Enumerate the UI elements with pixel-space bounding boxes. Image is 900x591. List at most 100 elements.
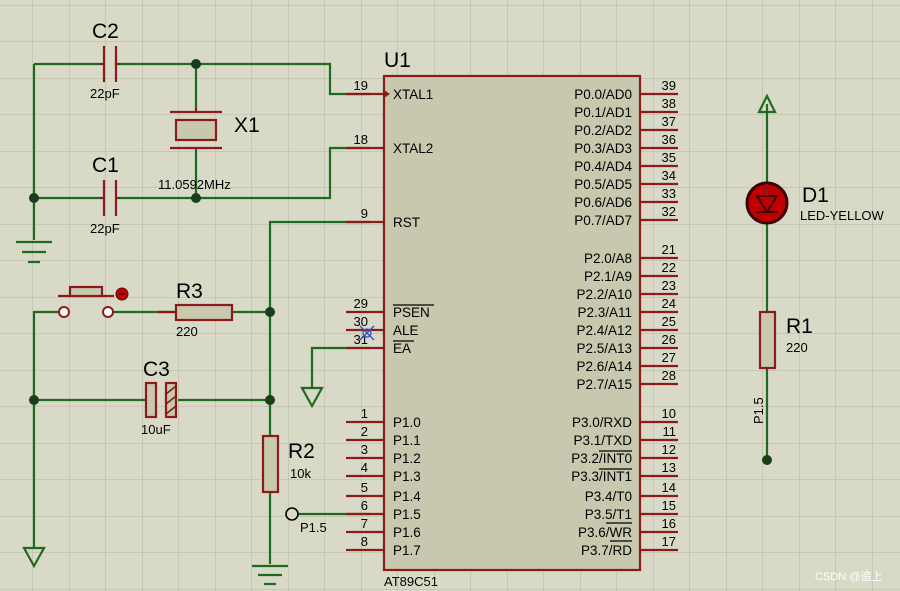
ic-pin-number: 34	[662, 168, 676, 183]
ic-pin-number: 24	[662, 296, 676, 311]
r2-value: 10k	[290, 466, 311, 481]
ic-pin-name: P1.4	[393, 489, 421, 504]
ic-pin-name: P0.3/AD3	[574, 141, 632, 156]
ic-pin-number: 15	[662, 498, 676, 513]
ic-pin-number: 35	[662, 150, 676, 165]
ic-pin-name: P3.6/WR	[578, 525, 632, 540]
ic-pin-number: 33	[662, 186, 676, 201]
ic-pin-name: P2.1/A9	[584, 269, 632, 284]
r1-value: 220	[786, 340, 808, 355]
ic-pin-number: 12	[662, 442, 676, 457]
ic-pin-number: 11	[663, 424, 677, 439]
ic-pin-name: P1.0	[393, 415, 421, 430]
ic-pin-name: P2.4/A12	[576, 323, 632, 338]
ic-pin-name: XTAL2	[393, 141, 433, 156]
ic-pin-number: 22	[662, 260, 676, 275]
ic-pin-name: RST	[393, 215, 420, 230]
ic-pin-number: 16	[662, 516, 676, 531]
ic-pin-name: P3.0/RXD	[572, 415, 632, 430]
ic-pin-number: 17	[662, 534, 676, 549]
ic-pin-number: 29	[354, 296, 368, 311]
d1-value: LED-YELLOW	[800, 208, 885, 223]
ic-pin-name: P1.7	[393, 543, 421, 558]
c3-value: 10uF	[141, 422, 171, 437]
ic-pin-number: 37	[662, 114, 676, 129]
ic-pin-name: P0.6/AD6	[574, 195, 632, 210]
ic-pin-number: 19	[354, 78, 368, 93]
terminal-p15-right-label: P1.5	[751, 397, 766, 424]
resistor-r2[interactable]	[261, 434, 280, 494]
r3-ref: R3	[176, 280, 203, 303]
c1-ref: C1	[92, 154, 119, 177]
ic-pin-number: 26	[662, 332, 676, 347]
ic-pin-number: 9	[361, 206, 368, 221]
r2-ref: R2	[288, 440, 315, 463]
ic-pin-name: P2.7/A15	[576, 377, 632, 392]
ic-pin-name: P0.4/AD4	[574, 159, 632, 174]
ic-pin-name: P0.5/AD5	[574, 177, 632, 192]
ic-pin-name: P2.5/A13	[576, 341, 632, 356]
ic-pin-number: 28	[662, 368, 676, 383]
c3-ref: C3	[143, 358, 170, 381]
ic-pin-name: P0.7/AD7	[574, 213, 632, 228]
ic-pin-number: 18	[354, 132, 368, 147]
ic-pin-name: P3.3/INT1	[571, 469, 632, 484]
ic-u1-part: AT89C51	[384, 574, 438, 589]
ic-pin-number: 14	[662, 480, 676, 495]
ic-pin-name: PSEN	[393, 305, 430, 320]
resistor-r1[interactable]	[758, 310, 777, 370]
ic-pin-name: P2.2/A10	[576, 287, 632, 302]
ic-pin-name: P2.3/A11	[577, 305, 632, 320]
ic-pin-number: 39	[662, 78, 676, 93]
ic-pin-name: P2.6/A14	[576, 359, 632, 374]
ic-pin-number: 10	[662, 406, 676, 421]
ic-pin-name: P3.1/TXD	[573, 433, 632, 448]
led-d1[interactable]	[745, 181, 789, 225]
r1-ref: R1	[786, 315, 813, 338]
ic-pin-number: 1	[361, 406, 368, 421]
ic-pin-number: 23	[662, 278, 676, 293]
ic-pin-name: P3.4/T0	[585, 489, 632, 504]
ic-pin-name: ALE	[393, 323, 419, 338]
ic-pin-number: 25	[662, 314, 676, 329]
ic-pin-number: 21	[662, 242, 676, 257]
ic-pin-name: P1.3	[393, 469, 421, 484]
ic-pin-number: 3	[361, 442, 368, 457]
ic-pin-name: P3.2/INT0	[571, 451, 632, 466]
c2-value: 22pF	[90, 86, 120, 101]
ic-pin-name: P0.1/AD1	[574, 105, 632, 120]
ic-pin-name: P3.5/T1	[585, 507, 632, 522]
ic-pin-name: EA	[393, 341, 411, 356]
ic-pin-number: 7	[361, 516, 368, 531]
ic-pin-number: 13	[662, 460, 676, 475]
watermark: CSDN @追上	[815, 569, 882, 583]
d1-ref: D1	[802, 184, 829, 207]
x1-value: 11.0592MHz	[158, 177, 231, 192]
ic-pin-name: P3.7/RD	[581, 543, 632, 558]
ic-pin-number: 2	[361, 424, 368, 439]
ic-pin-number: 8	[361, 534, 368, 549]
ic-pin-name: XTAL1	[393, 87, 433, 102]
ic-pin-name: P1.5	[393, 507, 421, 522]
ic-pin-name: P1.2	[393, 451, 421, 466]
ic-pin-number: 27	[662, 350, 676, 365]
ic-u1-ref: U1	[384, 49, 411, 72]
terminal-p15-left-label: P1.5	[300, 520, 327, 535]
c1-value: 22pF	[90, 221, 120, 236]
ic-pin-name: P2.0/A8	[584, 251, 632, 266]
ic-pin-number: 4	[361, 460, 368, 475]
ic-pin-name: P0.2/AD2	[574, 123, 632, 138]
ic-pin-number: 36	[662, 132, 676, 147]
ic-pin-name: P0.0/AD0	[574, 87, 632, 102]
terminal-p15-left[interactable]	[285, 507, 299, 521]
x1-ref: X1	[234, 114, 260, 137]
schematic-canvas: C2 22pF C1 22pF X1 11.0592MHz R3 220 C3 …	[0, 0, 900, 591]
ic-pin-name: P1.1	[393, 433, 421, 448]
ic-pin-number: 38	[662, 96, 676, 111]
ic-pin-name: P1.6	[393, 525, 421, 540]
ic-pin-number: 6	[361, 498, 368, 513]
ic-pin-number: 5	[361, 480, 368, 495]
c2-ref: C2	[92, 20, 119, 43]
ic-pin-number: 32	[662, 204, 676, 219]
r3-value: 220	[176, 324, 198, 339]
